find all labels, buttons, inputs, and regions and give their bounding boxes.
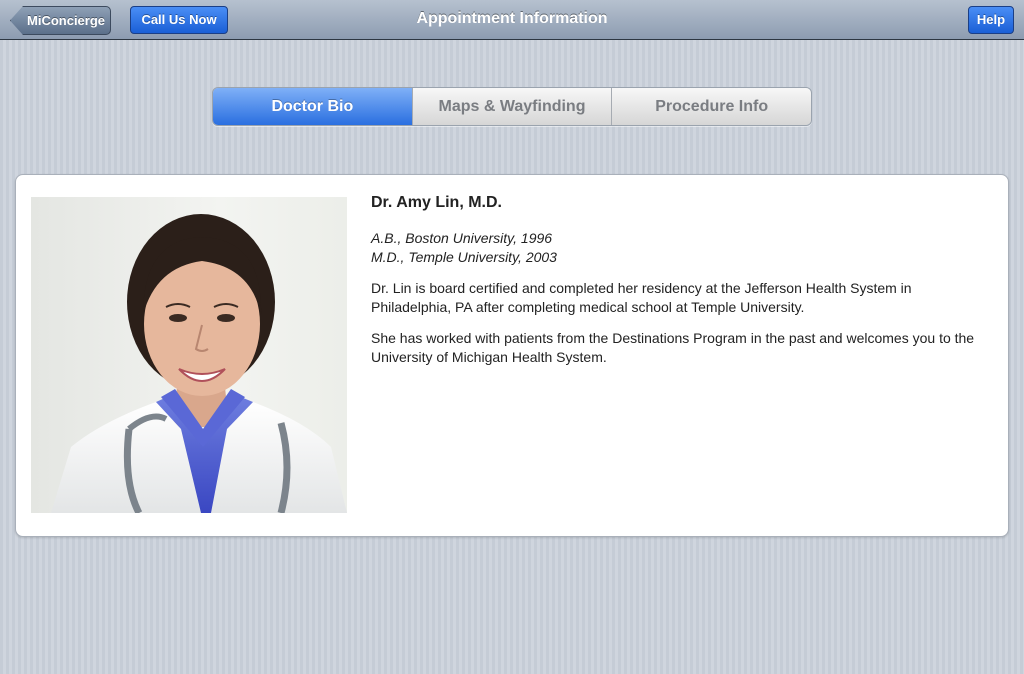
- degree-list: A.B., Boston University, 1996 M.D., Temp…: [371, 229, 991, 267]
- tab-procedure-info[interactable]: Procedure Info: [611, 88, 811, 125]
- degree-line: M.D., Temple University, 2003: [371, 249, 557, 265]
- doctor-bio-card: Dr. Amy Lin, M.D. A.B., Boston Universit…: [15, 174, 1009, 537]
- tab-maps-wayfinding[interactable]: Maps & Wayfinding: [411, 88, 612, 125]
- call-us-now-button[interactable]: Call Us Now: [130, 6, 228, 34]
- tab-doctor-bio[interactable]: Doctor Bio: [213, 88, 412, 125]
- tab-bar: Doctor Bio Maps & Wayfinding Procedure I…: [212, 87, 812, 126]
- doctor-photo: [31, 197, 347, 513]
- bio-paragraph: Dr. Lin is board certified and completed…: [371, 280, 912, 315]
- back-button[interactable]: MiConcierge: [10, 6, 111, 35]
- degree-line: A.B., Boston University, 1996: [371, 230, 553, 246]
- bio-paragraph: She has worked with patients from the De…: [371, 330, 975, 365]
- bio-text: Dr. Amy Lin, M.D. A.B., Boston Universit…: [371, 193, 991, 379]
- navigation-bar: Appointment Information MiConcierge Call…: [0, 0, 1024, 40]
- doctor-portrait-image: [51, 214, 347, 513]
- doctor-name: Dr. Amy Lin, M.D.: [371, 194, 502, 211]
- help-button[interactable]: Help: [968, 6, 1014, 34]
